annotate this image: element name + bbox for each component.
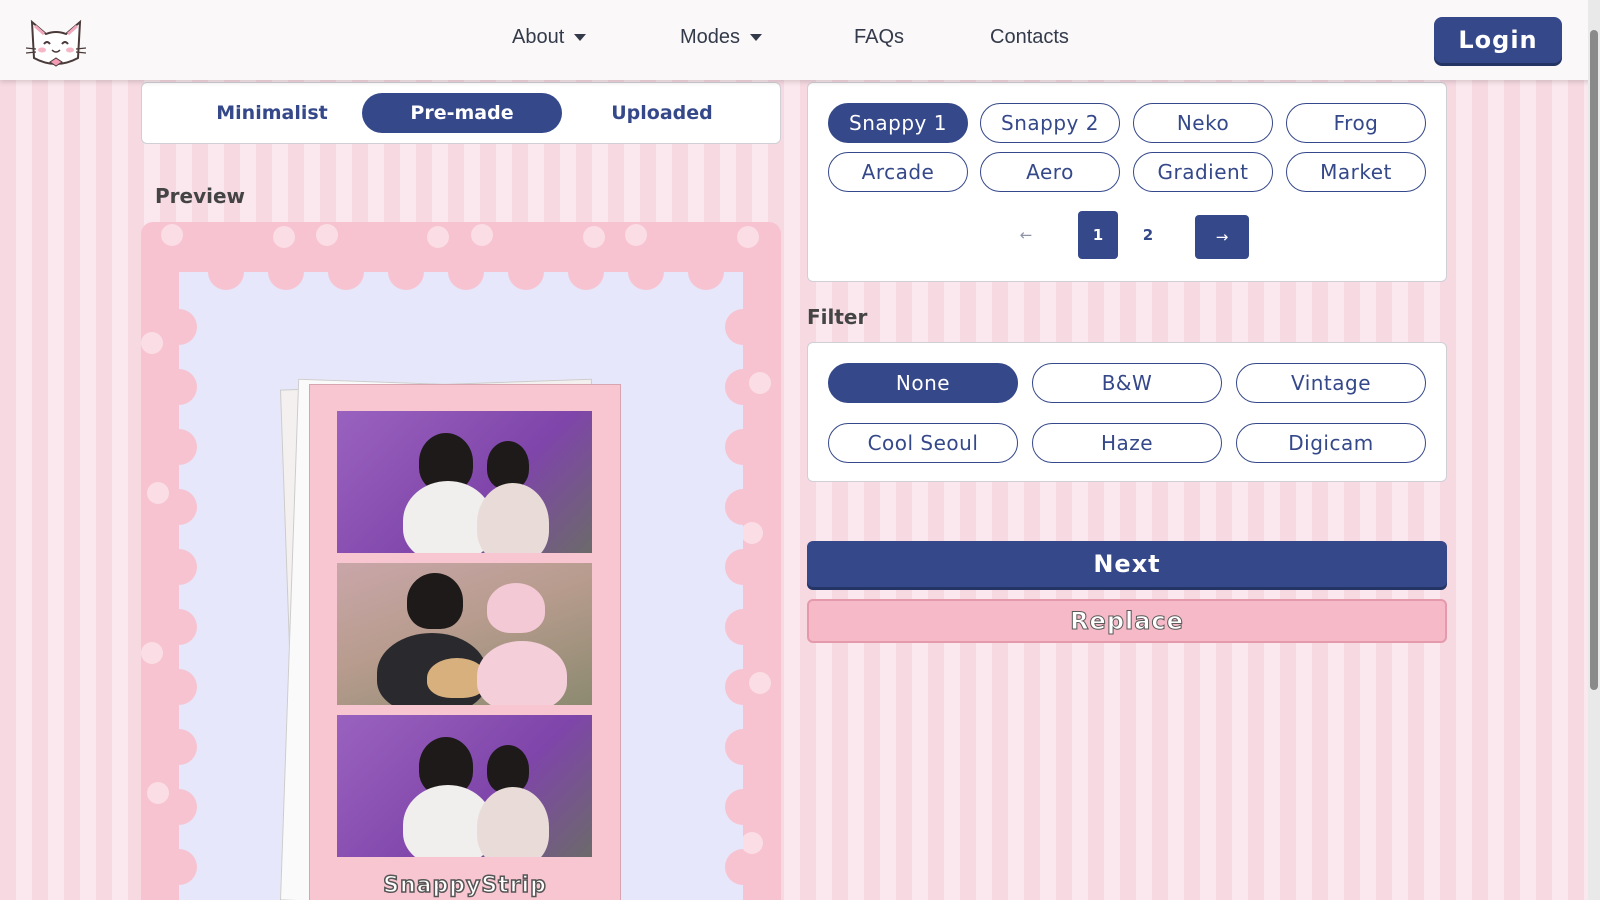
chevron-down-icon <box>574 34 587 41</box>
template-market[interactable]: Market <box>1286 152 1426 192</box>
next-button[interactable]: Next <box>807 541 1447 587</box>
tab-pre-made[interactable]: Pre-made <box>362 93 562 133</box>
template-panel: Snappy 1 Snappy 2 Neko Frog Arcade Aero … <box>807 82 1447 282</box>
cat-logo-icon[interactable] <box>26 12 86 68</box>
strip-photo-2 <box>337 563 592 705</box>
photo-strip: SnappyStrip <box>309 384 621 900</box>
template-frog[interactable]: Frog <box>1286 103 1426 143</box>
nav-modes-label: Modes <box>680 26 741 48</box>
decor-dot <box>273 226 295 248</box>
replace-button[interactable]: Replace <box>807 599 1447 643</box>
decor-dot <box>583 226 605 248</box>
pagination-page-2[interactable]: 2 <box>1128 211 1168 259</box>
pagination-page-1[interactable]: 1 <box>1078 211 1118 259</box>
decor-dot <box>316 224 338 246</box>
decor-dot <box>737 226 759 248</box>
decor-dot <box>471 224 493 246</box>
filter-bw[interactable]: B&W <box>1032 363 1222 403</box>
strip-photo-3 <box>337 715 592 857</box>
preview-heading: Preview <box>155 184 246 208</box>
filter-vintage[interactable]: Vintage <box>1236 363 1426 403</box>
decor-dot <box>161 224 183 246</box>
decor-dot <box>741 832 763 854</box>
tab-minimalist[interactable]: Minimalist <box>182 93 362 133</box>
decor-dot <box>141 642 163 664</box>
nav-faqs[interactable]: FAQs <box>854 26 904 49</box>
decor-dot <box>141 332 163 354</box>
decor-dot <box>741 522 763 544</box>
filter-none[interactable]: None <box>828 363 1018 403</box>
decor-dot <box>749 372 771 394</box>
filter-panel: None B&W Vintage Cool Seoul Haze Digicam <box>807 342 1447 482</box>
scrollbar-thumb[interactable] <box>1590 30 1598 690</box>
chevron-down-icon <box>750 34 763 41</box>
arrow-right-icon: → <box>1215 228 1229 246</box>
filter-heading: Filter <box>807 305 868 329</box>
filter-cool-seoul[interactable]: Cool Seoul <box>828 423 1018 463</box>
nav-about[interactable]: About <box>512 26 587 49</box>
tab-uploaded[interactable]: Uploaded <box>572 93 752 133</box>
login-button[interactable]: Login <box>1434 17 1562 63</box>
decor-dot <box>625 224 647 246</box>
template-snappy-1[interactable]: Snappy 1 <box>828 103 968 143</box>
template-neko[interactable]: Neko <box>1133 103 1273 143</box>
decor-dot <box>147 782 169 804</box>
filter-haze[interactable]: Haze <box>1032 423 1222 463</box>
nav-faqs-label: FAQs <box>854 26 905 48</box>
strip-brand-logo: SnappyStrip <box>382 872 547 899</box>
top-navbar: About Modes FAQs Contacts Login <box>0 0 1600 80</box>
nav-about-label: About <box>512 26 565 48</box>
nav-modes[interactable]: Modes <box>680 26 763 49</box>
template-arcade[interactable]: Arcade <box>828 152 968 192</box>
template-aero[interactable]: Aero <box>980 152 1120 192</box>
nav-contacts[interactable]: Contacts <box>990 26 1069 49</box>
template-snappy-2[interactable]: Snappy 2 <box>980 103 1120 143</box>
arrow-left-icon: ← <box>1019 226 1033 244</box>
preview-frame: SnappyStrip <box>141 222 781 900</box>
template-gradient[interactable]: Gradient <box>1133 152 1273 192</box>
nav-contacts-label: Contacts <box>990 26 1069 48</box>
pagination-prev-button[interactable]: ← <box>1006 211 1046 259</box>
frame-mode-tabs: Minimalist Pre-made Uploaded <box>141 82 781 144</box>
decor-dot <box>749 672 771 694</box>
filter-digicam[interactable]: Digicam <box>1236 423 1426 463</box>
strip-photo-1 <box>337 411 592 553</box>
decor-dot <box>147 482 169 504</box>
decor-dot <box>427 226 449 248</box>
pagination-next-button[interactable]: → <box>1195 215 1249 259</box>
